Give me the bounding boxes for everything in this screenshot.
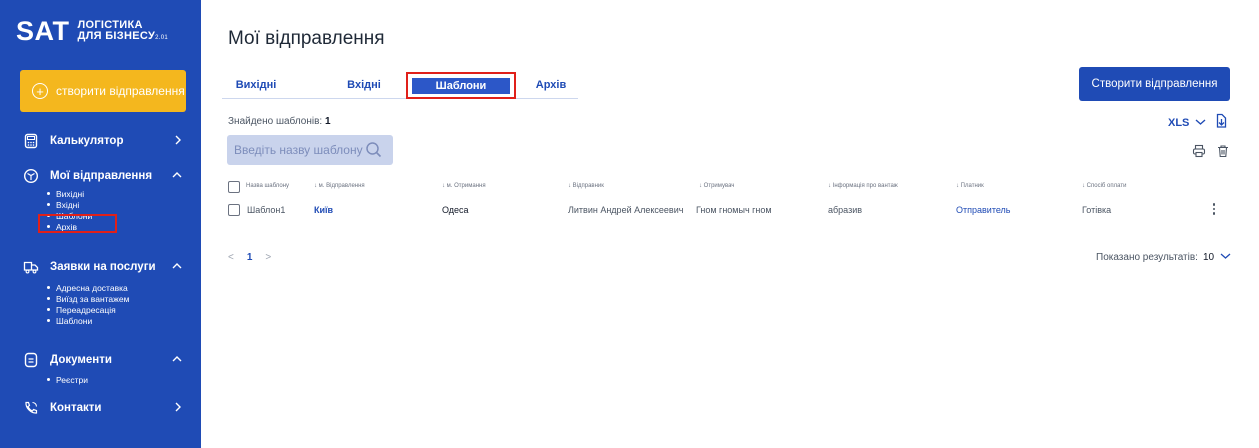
logo-line2: ДЛЯ БІЗНЕСУ — [77, 29, 156, 42]
column-header-from[interactable]: ↓ м. Відправлення — [314, 183, 365, 189]
logo-subtitle: ЛОГІСТИКА ДЛЯ БІЗНЕСУ2.01 — [77, 19, 168, 44]
calculator-icon — [22, 132, 40, 150]
tab-outgoing[interactable]: Вихідні — [226, 78, 286, 97]
sidebar-item-label: Мої відправлення — [50, 170, 153, 182]
column-header-payer[interactable]: ↓ Платник — [956, 183, 984, 189]
cell-payer[interactable]: Отправитель — [956, 205, 1010, 215]
chevron-up-icon — [172, 261, 182, 273]
sidebar-subitem-registers[interactable]: Реєстри — [47, 374, 88, 385]
create-shipment-label: створити відправлення — [56, 84, 185, 98]
column-label: Назва шаблону — [246, 183, 290, 189]
logo-main: SAT — [16, 16, 70, 46]
trash-icon[interactable] — [1216, 144, 1230, 163]
sidebar-item-my-shipments[interactable]: Мої відправлення — [22, 166, 190, 186]
found-count: Знайдено шаблонів: 1 — [228, 116, 331, 127]
column-label: м. Відправлення — [318, 183, 365, 189]
create-shipment-button[interactable]: Створити відправлення — [1079, 67, 1230, 101]
phone-icon — [22, 399, 40, 417]
truck-icon — [22, 258, 40, 276]
cell-from[interactable]: Київ — [314, 205, 333, 215]
plus-icon: + — [32, 83, 48, 99]
row-checkbox[interactable] — [228, 204, 240, 216]
search-box — [227, 135, 393, 165]
sidebar-subitem-incoming[interactable]: Вхідні — [47, 199, 92, 210]
sidebar-item-service-requests[interactable]: Заявки на послуги — [22, 257, 190, 277]
pagination-next-icon[interactable]: > — [265, 252, 271, 263]
xls-label: XLS — [1168, 116, 1190, 129]
pagination-page[interactable]: 1 — [247, 252, 253, 263]
sidebar-sublist-documents: Реєстри — [47, 374, 88, 385]
column-label: Спосіб оплати — [1086, 183, 1127, 189]
pagination-prev-icon[interactable]: < — [228, 252, 234, 263]
tab-incoming[interactable]: Вхідні — [334, 78, 394, 97]
tabs: Вихідні Вхідні Шаблони Архів — [222, 72, 578, 99]
tab-templates[interactable]: Шаблони — [412, 78, 510, 94]
chevron-down-icon[interactable] — [1220, 252, 1231, 263]
chevron-down-icon[interactable] — [1195, 117, 1206, 129]
column-label: Отримувач — [703, 183, 735, 189]
chevron-up-icon — [172, 354, 182, 366]
column-header-receiver[interactable]: ↓ Отримувач — [699, 183, 734, 189]
found-label: Знайдено шаблонів: — [228, 116, 323, 127]
cell-sender: Литвин Андрей Алексеевич — [568, 205, 684, 215]
chevron-right-icon — [174, 135, 182, 148]
active-highlight-box — [38, 214, 117, 233]
cell-cargo: абразив — [828, 205, 863, 215]
sidebar-subitem-pickup[interactable]: Виїзд за вантажем — [47, 293, 129, 304]
sidebar: SAT ЛОГІСТИКА ДЛЯ БІЗНЕСУ2.01 + створити… — [0, 0, 201, 448]
chevron-up-icon — [172, 170, 182, 182]
sidebar-item-documents[interactable]: Документи — [22, 350, 190, 370]
tab-templates-highlight: Шаблони — [406, 72, 516, 99]
column-header-name[interactable]: Назва шаблону — [246, 183, 289, 189]
logo-version: 2.01 — [155, 34, 168, 41]
export-xls[interactable]: XLS — [1168, 113, 1228, 132]
table-header: Назва шаблону ↓ м. Відправлення ↓ м. Отр… — [228, 180, 1228, 196]
search-icon[interactable] — [365, 141, 383, 164]
shown-value: 10 — [1202, 252, 1215, 263]
sidebar-item-label: Контакти — [50, 402, 102, 414]
sidebar-subitem-outgoing[interactable]: Вихідні — [47, 188, 92, 199]
cell-to: Одеса — [442, 205, 469, 215]
template-search-input[interactable] — [234, 143, 366, 157]
cell-payment: Готівка — [1082, 205, 1112, 215]
found-value: 1 — [324, 116, 331, 127]
column-label: Платник — [960, 183, 984, 189]
logo[interactable]: SAT ЛОГІСТИКА ДЛЯ БІЗНЕСУ2.01 — [16, 18, 168, 45]
table-row[interactable]: Шаблон1 Київ Одеса Литвин Андрей Алексее… — [228, 203, 1238, 219]
column-header-cargo[interactable]: ↓ Інформація про вантаж — [828, 183, 898, 189]
box-icon — [22, 167, 40, 185]
column-label: Відправник — [572, 183, 604, 189]
page-title: Мої відправлення — [228, 28, 385, 49]
sidebar-item-label: Заявки на послуги — [50, 261, 156, 273]
cell-receiver: Гном гномыч гном — [696, 205, 772, 215]
select-all-checkbox[interactable] — [228, 181, 240, 193]
app-root: SAT ЛОГІСТИКА ДЛЯ БІЗНЕСУ2.01 + створити… — [0, 0, 1259, 448]
chevron-right-icon — [174, 402, 182, 415]
sidebar-item-calculator[interactable]: Калькулятор — [22, 131, 190, 151]
sidebar-subitem-request-templates[interactable]: Шаблони — [47, 315, 129, 326]
sidebar-subitem-redirect[interactable]: Переадресація — [47, 304, 129, 315]
table-tools — [1192, 144, 1230, 163]
column-header-payment[interactable]: ↓ Спосіб оплати — [1082, 183, 1126, 189]
sidebar-item-label: Документи — [50, 354, 112, 366]
print-icon[interactable] — [1192, 144, 1206, 163]
column-header-to[interactable]: ↓ м. Отримання — [442, 183, 486, 189]
sidebar-sublist-requests: Адресна доставка Виїзд за вантажем Переа… — [47, 282, 129, 326]
document-icon — [22, 351, 40, 369]
cell-name: Шаблон1 — [247, 205, 286, 215]
pagination: < 1 > — [228, 252, 271, 263]
tab-archive[interactable]: Архів — [530, 78, 572, 97]
create-shipment-sidebar-button[interactable]: + створити відправлення — [20, 70, 186, 112]
results-per-page[interactable]: Показано результатів: 10 — [1096, 252, 1231, 263]
column-label: Інформація про вантаж — [832, 183, 898, 189]
sidebar-item-label: Калькулятор — [50, 135, 124, 147]
more-vertical-icon[interactable] — [1210, 203, 1218, 215]
sidebar-item-contacts[interactable]: Контакти — [22, 398, 190, 418]
sidebar-subitem-address-delivery[interactable]: Адресна доставка — [47, 282, 129, 293]
shown-label: Показано результатів: — [1096, 252, 1198, 263]
download-icon[interactable] — [1214, 113, 1228, 132]
column-header-sender[interactable]: ↓ Відправник — [568, 183, 604, 189]
column-label: м. Отримання — [446, 183, 486, 189]
